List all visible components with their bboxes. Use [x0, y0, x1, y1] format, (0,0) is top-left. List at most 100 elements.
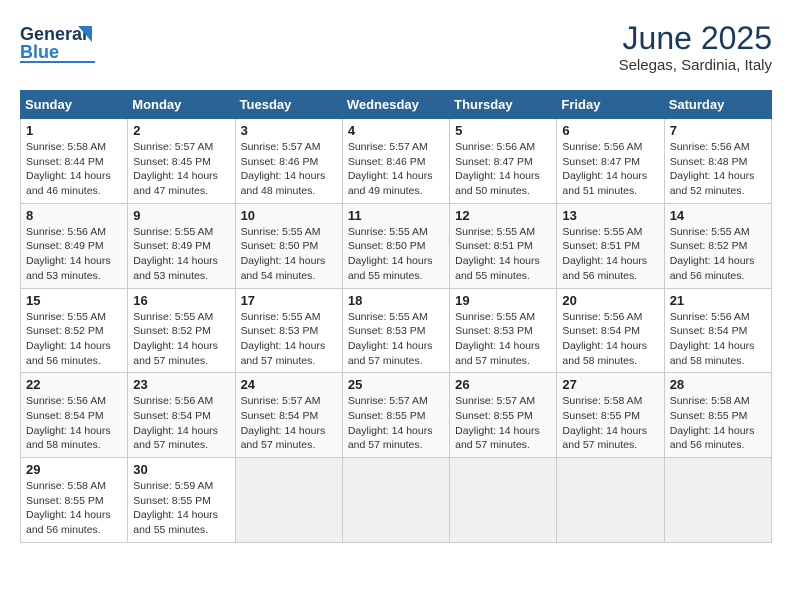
day-number: 14: [670, 208, 766, 223]
day-info: Sunrise: 5:56 AMSunset: 8:54 PMDaylight:…: [133, 394, 229, 453]
table-row: 10Sunrise: 5:55 AMSunset: 8:50 PMDayligh…: [235, 203, 342, 288]
day-info: Sunrise: 5:56 AMSunset: 8:48 PMDaylight:…: [670, 140, 766, 199]
svg-text:General: General: [20, 24, 87, 44]
table-row: 14 Sunrise: 5:55 AMSunset: 8:52 PMDayligh…: [664, 203, 771, 288]
day-number: 30: [133, 462, 229, 477]
table-row: 8Sunrise: 5:56 AMSunset: 8:49 PMDaylight…: [21, 203, 128, 288]
day-number: 2: [133, 123, 229, 138]
table-row: [557, 458, 664, 543]
page-header: General Blue June 2025 Selegas, Sardinia…: [20, 20, 772, 74]
day-number: 1: [26, 123, 122, 138]
svg-text:Blue: Blue: [20, 42, 59, 62]
day-number: 19: [455, 293, 551, 308]
table-row: 15Sunrise: 5:55 AMSunset: 8:52 PMDayligh…: [21, 288, 128, 373]
table-row: 17 Sunrise: 5:55 AMSunset: 8:53 PMDayligh…: [235, 288, 342, 373]
table-row: 27Sunrise: 5:58 AMSunset: 8:55 PMDayligh…: [557, 373, 664, 458]
month-title: June 2025: [619, 20, 772, 57]
title-block: June 2025 Selegas, Sardinia, Italy: [619, 20, 772, 74]
col-monday: Monday: [128, 91, 235, 119]
table-row: 5Sunrise: 5:56 AMSunset: 8:47 PMDaylight…: [450, 119, 557, 204]
table-row: 22 Sunrise: 5:56 AMSunset: 8:54 PMDayligh…: [21, 373, 128, 458]
table-row: [664, 458, 771, 543]
calendar-week-row: 22 Sunrise: 5:56 AMSunset: 8:54 PMDayligh…: [21, 373, 772, 458]
table-row: 2 Sunrise: 5:57 AMSunset: 8:45 PMDaylight…: [128, 119, 235, 204]
table-row: 21 Sunrise: 5:56 AMSunset: 8:54 PMDayligh…: [664, 288, 771, 373]
day-info: Sunrise: 5:55 AMSunset: 8:52 PMDaylight:…: [26, 310, 122, 369]
day-info: Sunrise: 5:56 AMSunset: 8:54 PMDaylight:…: [670, 310, 766, 369]
day-info: Sunrise: 5:56 AMSunset: 8:54 PMDaylight:…: [562, 310, 658, 369]
day-info: Sunrise: 5:57 AMSunset: 8:55 PMDaylight:…: [348, 394, 444, 453]
calendar-header-row: Sunday Monday Tuesday Wednesday Thursday…: [21, 91, 772, 119]
day-info: Sunrise: 5:58 AMSunset: 8:55 PMDaylight:…: [670, 394, 766, 453]
day-number: 9: [133, 208, 229, 223]
day-number: 16: [133, 293, 229, 308]
day-info: Sunrise: 5:55 AMSunset: 8:51 PMDaylight:…: [455, 225, 551, 284]
day-info: Sunrise: 5:57 AMSunset: 8:55 PMDaylight:…: [455, 394, 551, 453]
day-info: Sunrise: 5:56 AMSunset: 8:54 PMDaylight:…: [26, 394, 122, 453]
day-info: Sunrise: 5:58 AMSunset: 8:44 PMDaylight:…: [26, 140, 122, 199]
day-number: 12: [455, 208, 551, 223]
day-info: Sunrise: 5:57 AMSunset: 8:46 PMDaylight:…: [348, 140, 444, 199]
day-number: 25: [348, 377, 444, 392]
table-row: 7Sunrise: 5:56 AMSunset: 8:48 PMDaylight…: [664, 119, 771, 204]
table-row: [235, 458, 342, 543]
col-friday: Friday: [557, 91, 664, 119]
col-sunday: Sunday: [21, 91, 128, 119]
day-info: Sunrise: 5:57 AMSunset: 8:54 PMDaylight:…: [241, 394, 337, 453]
table-row: 11 Sunrise: 5:55 AMSunset: 8:50 PMDayligh…: [342, 203, 449, 288]
table-row: 3Sunrise: 5:57 AMSunset: 8:46 PMDaylight…: [235, 119, 342, 204]
calendar-table: Sunday Monday Tuesday Wednesday Thursday…: [20, 90, 772, 543]
table-row: 12 Sunrise: 5:55 AMSunset: 8:51 PMDayligh…: [450, 203, 557, 288]
table-row: 29 Sunrise: 5:58 AMSunset: 8:55 PMDayligh…: [21, 458, 128, 543]
day-number: 13: [562, 208, 658, 223]
day-info: Sunrise: 5:58 AMSunset: 8:55 PMDaylight:…: [26, 479, 122, 538]
day-info: Sunrise: 5:56 AMSunset: 8:47 PMDaylight:…: [562, 140, 658, 199]
day-info: Sunrise: 5:55 AMSunset: 8:53 PMDaylight:…: [348, 310, 444, 369]
col-wednesday: Wednesday: [342, 91, 449, 119]
col-tuesday: Tuesday: [235, 91, 342, 119]
day-number: 17: [241, 293, 337, 308]
table-row: 20 Sunrise: 5:56 AMSunset: 8:54 PMDayligh…: [557, 288, 664, 373]
logo-svg: General Blue: [20, 20, 110, 64]
table-row: 24 Sunrise: 5:57 AMSunset: 8:54 PMDayligh…: [235, 373, 342, 458]
day-info: Sunrise: 5:55 AMSunset: 8:53 PMDaylight:…: [455, 310, 551, 369]
day-number: 26: [455, 377, 551, 392]
table-row: 1 Sunrise: 5:58 AMSunset: 8:44 PMDaylight…: [21, 119, 128, 204]
day-number: 24: [241, 377, 337, 392]
table-row: 28 Sunrise: 5:58 AMSunset: 8:55 PMDayligh…: [664, 373, 771, 458]
calendar-week-row: 29 Sunrise: 5:58 AMSunset: 8:55 PMDayligh…: [21, 458, 772, 543]
day-number: 10: [241, 208, 337, 223]
day-info: Sunrise: 5:55 AMSunset: 8:50 PMDaylight:…: [348, 225, 444, 284]
table-row: 25 Sunrise: 5:57 AMSunset: 8:55 PMDayligh…: [342, 373, 449, 458]
day-number: 5: [455, 123, 551, 138]
table-row: 6 Sunrise: 5:56 AMSunset: 8:47 PMDaylight…: [557, 119, 664, 204]
logo: General Blue: [20, 20, 110, 64]
day-info: Sunrise: 5:55 AMSunset: 8:52 PMDaylight:…: [670, 225, 766, 284]
day-info: Sunrise: 5:55 AMSunset: 8:53 PMDaylight:…: [241, 310, 337, 369]
table-row: [450, 458, 557, 543]
day-number: 23: [133, 377, 229, 392]
calendar-week-row: 8Sunrise: 5:56 AMSunset: 8:49 PMDaylight…: [21, 203, 772, 288]
day-number: 21: [670, 293, 766, 308]
day-info: Sunrise: 5:57 AMSunset: 8:45 PMDaylight:…: [133, 140, 229, 199]
day-number: 28: [670, 377, 766, 392]
col-thursday: Thursday: [450, 91, 557, 119]
table-row: 18Sunrise: 5:55 AMSunset: 8:53 PMDayligh…: [342, 288, 449, 373]
table-row: 30Sunrise: 5:59 AMSunset: 8:55 PMDayligh…: [128, 458, 235, 543]
day-number: 8: [26, 208, 122, 223]
day-number: 3: [241, 123, 337, 138]
day-number: 11: [348, 208, 444, 223]
day-info: Sunrise: 5:55 AMSunset: 8:52 PMDaylight:…: [133, 310, 229, 369]
calendar-week-row: 1 Sunrise: 5:58 AMSunset: 8:44 PMDaylight…: [21, 119, 772, 204]
day-number: 22: [26, 377, 122, 392]
table-row: 13Sunrise: 5:55 AMSunset: 8:51 PMDayligh…: [557, 203, 664, 288]
table-row: 23 Sunrise: 5:56 AMSunset: 8:54 PMDayligh…: [128, 373, 235, 458]
day-number: 20: [562, 293, 658, 308]
location: Selegas, Sardinia, Italy: [619, 57, 772, 74]
table-row: 19 Sunrise: 5:55 AMSunset: 8:53 PMDayligh…: [450, 288, 557, 373]
day-number: 27: [562, 377, 658, 392]
day-number: 6: [562, 123, 658, 138]
table-row: [342, 458, 449, 543]
table-row: 4Sunrise: 5:57 AMSunset: 8:46 PMDaylight…: [342, 119, 449, 204]
day-number: 29: [26, 462, 122, 477]
